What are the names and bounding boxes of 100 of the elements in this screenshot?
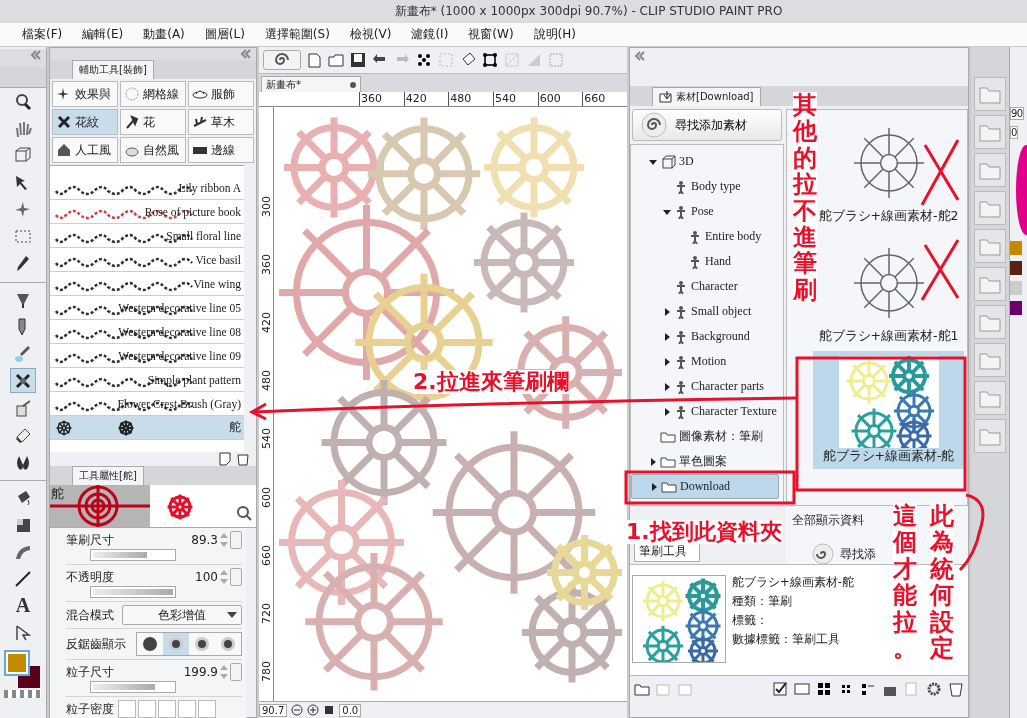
zoom-value[interactable]: 90.7: [259, 703, 288, 717]
swirl-icon[interactable]: [812, 543, 834, 565]
tree-item[interactable]: Body type: [631, 174, 783, 199]
panel-tab[interactable]: 素材[Download]: [652, 87, 761, 106]
folder-icon[interactable]: [327, 51, 345, 69]
brush-list-item[interactable]: Vine wing: [50, 272, 244, 296]
pressure-toggle[interactable]: [230, 663, 242, 681]
color-swatch[interactable]: [1010, 301, 1022, 315]
menu-item[interactable]: 檔案(F): [14, 24, 71, 45]
value-field[interactable]: 90: [1010, 107, 1024, 120]
menu-item[interactable]: 編輯(E): [74, 24, 132, 45]
tree-item[interactable]: Small object: [631, 299, 783, 324]
menu-item[interactable]: 動畫(A): [135, 24, 193, 45]
angle-value[interactable]: 0.0: [339, 703, 362, 717]
tree-item[interactable]: 3D: [631, 149, 783, 174]
brush-list-item[interactable]: Western decorative line 05: [50, 296, 244, 320]
new-page-icon[interactable]: [305, 51, 323, 69]
category-button[interactable]: 服飾: [188, 81, 254, 107]
menu-item[interactable]: 選擇範圍(S): [256, 24, 338, 45]
search-material-link[interactable]: 尋找添: [840, 545, 876, 563]
slider-track[interactable]: [90, 549, 176, 561]
tree-item[interactable]: 單色圖案: [631, 449, 783, 474]
category-button[interactable]: 效果與: [52, 81, 118, 107]
density-cell[interactable]: [158, 700, 176, 718]
collapsed-caret-icon[interactable]: [663, 407, 671, 416]
blend-mode-dropdown[interactable]: 色彩增值: [122, 605, 242, 625]
tree-item[interactable]: 圖像素材：筆刷: [631, 424, 783, 449]
color-swatch[interactable]: [1010, 261, 1022, 275]
menu-item[interactable]: 說明(H): [525, 24, 584, 45]
zoom-in-icon[interactable]: [307, 704, 320, 716]
expanded-caret-icon[interactable]: [649, 157, 657, 166]
detail-view-icon[interactable]: [794, 681, 810, 697]
tree-item[interactable]: Pose: [631, 199, 783, 224]
dots-icon[interactable]: [415, 51, 433, 69]
pressure-toggle[interactable]: [230, 531, 242, 549]
transform-icon[interactable]: [481, 51, 499, 69]
show-all-folders-option[interactable]: 全部顯示資料: [792, 512, 864, 529]
save-icon[interactable]: [349, 51, 367, 69]
tree-item[interactable]: Hand: [631, 249, 783, 274]
collapsed-caret-icon[interactable]: [663, 307, 671, 316]
antialias-option[interactable]: [163, 633, 189, 655]
collapsed-caret-icon[interactable]: [663, 382, 671, 391]
fit-icon[interactable]: [323, 704, 336, 716]
brush-list-item[interactable]: Lily ribbon A: [50, 176, 244, 200]
value-field[interactable]: 0: [1010, 126, 1018, 139]
tool-button[interactable]: [10, 368, 36, 393]
category-button[interactable]: 花紋: [52, 109, 118, 135]
tree-item[interactable]: Entire body: [631, 224, 783, 249]
menu-item[interactable]: 檢視(V): [341, 24, 400, 45]
tree-item[interactable]: Character parts: [631, 374, 783, 399]
close-dot-icon[interactable]: [350, 81, 356, 88]
brush-list-item[interactable]: Western decorative line 08: [50, 320, 244, 344]
panel-tab[interactable]: 輔助工具[裝飾]: [72, 60, 154, 79]
menu-item[interactable]: 圖層(L): [196, 24, 253, 45]
list-view-icon[interactable]: [860, 681, 876, 697]
tree-item[interactable]: Character: [631, 274, 783, 299]
panel-tab[interactable]: 工具屬性[舵]: [72, 466, 144, 485]
menu-item[interactable]: 視窗(W): [460, 24, 522, 45]
category-button[interactable]: 邊線: [188, 137, 254, 163]
brush-list-item[interactable]: Western decorative line 09: [50, 344, 244, 368]
collapse-icon[interactable]: [30, 49, 42, 61]
antialias-selector[interactable]: [136, 632, 242, 656]
density-cell[interactable]: [138, 700, 156, 718]
category-button[interactable]: 自然風: [120, 137, 186, 163]
density-cell[interactable]: [118, 700, 136, 718]
category-button[interactable]: 人工風: [52, 137, 118, 163]
collapsed-caret-icon[interactable]: [663, 357, 671, 366]
new-folder-icon[interactable]: [634, 681, 650, 697]
checkbox-icon[interactable]: [772, 681, 788, 697]
color-swatch[interactable]: [1010, 241, 1022, 255]
density-cell[interactable]: [178, 700, 196, 718]
clip-studio-button[interactable]: [263, 50, 301, 70]
transparent-swatch[interactable]: [4, 690, 41, 698]
grid-view-icon[interactable]: [816, 681, 832, 697]
zoom-out-icon[interactable]: [291, 704, 304, 716]
trash-icon[interactable]: [948, 681, 964, 697]
brush-list-item[interactable]: Vice basil: [50, 248, 244, 272]
text-tool-button[interactable]: A: [10, 593, 36, 618]
main-color-swatch[interactable]: [6, 652, 28, 674]
brush-list-item[interactable]: Rose of picture book: [50, 200, 244, 224]
collapse-icon[interactable]: [634, 50, 646, 62]
collapse-icon[interactable]: [240, 48, 252, 60]
category-button[interactable]: 花: [120, 109, 186, 135]
density-cell[interactable]: [198, 700, 216, 718]
tree-item[interactable]: Background: [631, 324, 783, 349]
expanded-caret-icon[interactable]: [663, 207, 671, 216]
collapsed-caret-icon[interactable]: [650, 482, 658, 491]
tree-item[interactable]: Motion: [631, 349, 783, 374]
collapsed-caret-icon[interactable]: [663, 332, 671, 341]
tree-item[interactable]: Download: [631, 474, 779, 499]
category-button[interactable]: 草木: [188, 109, 254, 135]
tree-item[interactable]: Character Texture: [631, 399, 783, 424]
collapsed-caret-icon[interactable]: [649, 457, 657, 466]
brush-list-item[interactable]: Small floral line: [50, 224, 244, 248]
category-button[interactable]: 網格線: [120, 81, 186, 107]
search-material-button[interactable]: 尋找添加素材: [632, 109, 782, 141]
pressure-toggle[interactable]: [230, 568, 242, 586]
slider-track[interactable]: [90, 681, 176, 693]
brush-list-item[interactable]: 舵: [50, 416, 244, 440]
material-item[interactable]: 舵ブラシ+線画素材-舵: [813, 351, 964, 469]
